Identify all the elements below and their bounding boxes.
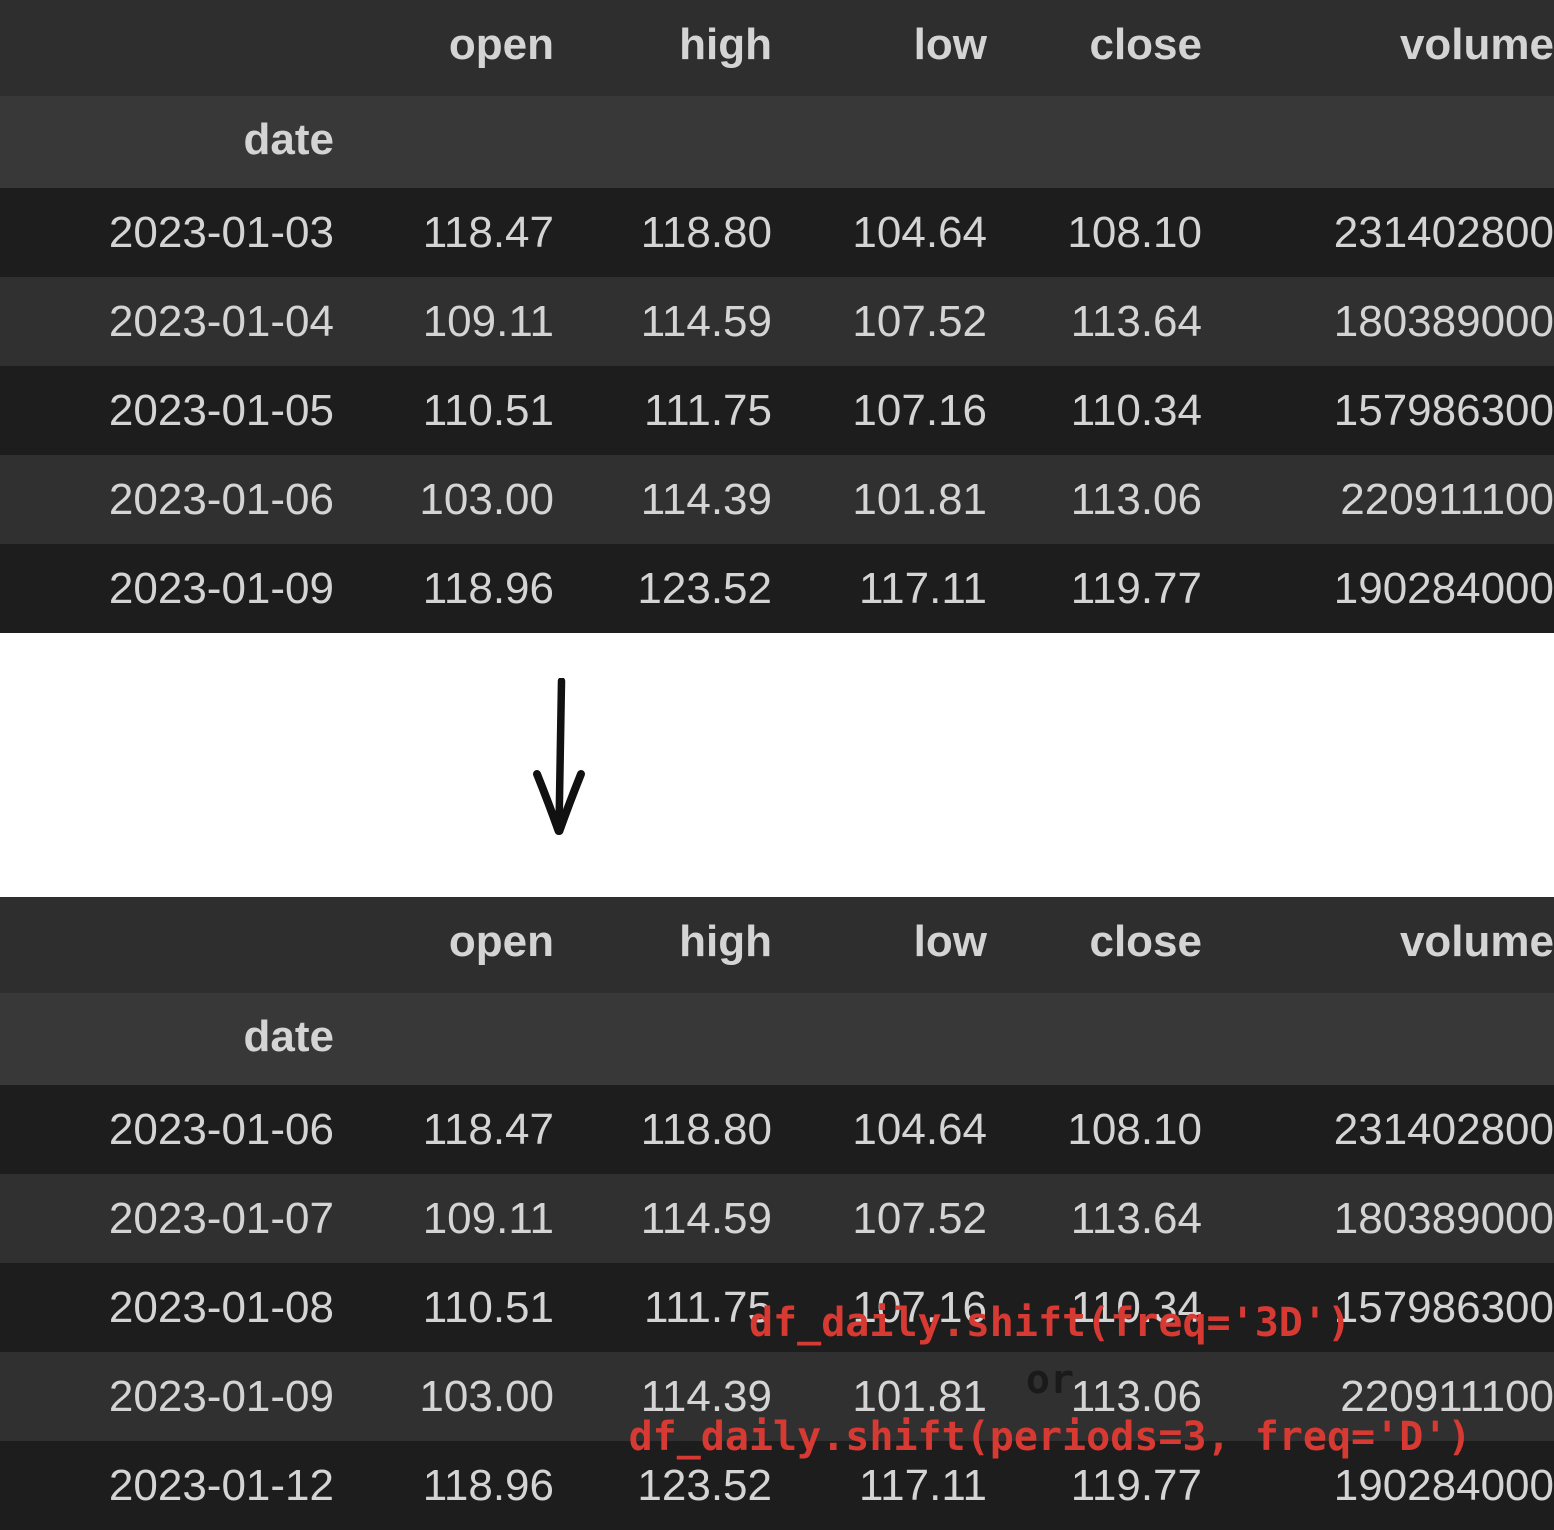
row-index-date: 2023-01-04: [0, 277, 334, 366]
row-index-date: 2023-01-06: [0, 1085, 334, 1174]
table-row: 2023-01-04 109.11 114.59 107.52 113.64 1…: [0, 277, 1554, 366]
cell-open: 118.96: [334, 1441, 554, 1530]
row-index-date: 2023-01-07: [0, 1174, 334, 1263]
column-header-blank: [0, 0, 334, 96]
table-body-original: 2023-01-03 118.47 118.80 104.64 108.10 2…: [0, 188, 1554, 633]
cell-close: 119.77: [987, 544, 1202, 633]
cell-open: 118.47: [334, 1085, 554, 1174]
cell-close: 108.10: [987, 188, 1202, 277]
column-header-low: low: [772, 0, 987, 96]
row-index-date: 2023-01-06: [0, 455, 334, 544]
cell-high: 114.39: [554, 455, 772, 544]
cell-volume: 231402800: [1202, 188, 1554, 277]
down-arrow-icon: [525, 677, 605, 838]
cell-low: 101.81: [772, 455, 987, 544]
index-name-row: date: [0, 993, 1554, 1085]
column-header-volume: volume: [1202, 897, 1554, 993]
table-header: open high low close volume date: [0, 897, 1554, 1085]
table-row: 2023-01-07 109.11 114.59 107.52 113.64 1…: [0, 1174, 1554, 1263]
row-index-date: 2023-01-12: [0, 1441, 334, 1530]
cell-volume: 180389000: [1202, 277, 1554, 366]
cell-high: 123.52: [554, 544, 772, 633]
cell-low: 107.52: [772, 277, 987, 366]
column-header-high: high: [554, 897, 772, 993]
cell-low: 104.64: [772, 1085, 987, 1174]
cell-open: 118.96: [334, 544, 554, 633]
row-index-date: 2023-01-03: [0, 188, 334, 277]
cell-volume: 180389000: [1202, 1174, 1554, 1263]
code-separator-or: or: [1025, 1356, 1075, 1403]
cell-high: 114.59: [554, 277, 772, 366]
index-row-spacer-high: [554, 96, 772, 188]
column-header-row: open high low close volume: [0, 0, 1554, 96]
column-header-volume: volume: [1202, 0, 1554, 96]
table-row: 2023-01-06 118.47 118.80 104.64 108.10 2…: [0, 1085, 1554, 1174]
row-index-date: 2023-01-08: [0, 1263, 334, 1352]
annotation-code: df_daily.shift(freq='3D') or df_daily.sh…: [600, 1295, 1500, 1465]
index-row-spacer-close: [987, 96, 1202, 188]
cell-open: 109.11: [334, 1174, 554, 1263]
annotation-band: df_daily.shift(freq='3D') or df_daily.sh…: [0, 633, 1554, 1460]
table-header: open high low close volume date: [0, 0, 1554, 188]
figure-root: open high low close volume date 2023-01-…: [0, 0, 1554, 1530]
index-row-spacer-open: [334, 96, 554, 188]
index-row-spacer-volume: [1202, 993, 1554, 1085]
table-row: 2023-01-05 110.51 111.75 107.16 110.34 1…: [0, 366, 1554, 455]
cell-low: 104.64: [772, 188, 987, 277]
index-row-spacer-low: [772, 993, 987, 1085]
cell-open: 110.51: [334, 366, 554, 455]
cell-close: 113.06: [987, 455, 1202, 544]
cell-high: 118.80: [554, 188, 772, 277]
cell-high: 114.59: [554, 1174, 772, 1263]
code-line-1: df_daily.shift(freq='3D'): [748, 1300, 1352, 1346]
cell-open: 110.51: [334, 1263, 554, 1352]
table-row: 2023-01-09 118.96 123.52 117.11 119.77 1…: [0, 544, 1554, 633]
row-index-date: 2023-01-05: [0, 366, 334, 455]
cell-close: 110.34: [987, 366, 1202, 455]
column-header-high: high: [554, 0, 772, 96]
cell-volume: 220911100: [1202, 455, 1554, 544]
column-header-open: open: [334, 0, 554, 96]
cell-high: 118.80: [554, 1085, 772, 1174]
code-line-2: df_daily.shift(periods=3, freq='D'): [628, 1413, 1472, 1460]
cell-low: 117.11: [772, 544, 987, 633]
cell-close: 108.10: [987, 1085, 1202, 1174]
cell-open: 103.00: [334, 1352, 554, 1441]
cell-volume: 190284000: [1202, 544, 1554, 633]
column-header-open: open: [334, 897, 554, 993]
cell-high: 111.75: [554, 366, 772, 455]
index-name-date: date: [0, 96, 334, 188]
column-header-close: close: [987, 0, 1202, 96]
dataframe-original: open high low close volume date 2023-01-…: [0, 0, 1554, 633]
cell-close: 113.64: [987, 1174, 1202, 1263]
index-row-spacer-open: [334, 993, 554, 1085]
index-name-date: date: [0, 993, 334, 1085]
index-row-spacer-volume: [1202, 96, 1554, 188]
column-header-low: low: [772, 897, 987, 993]
cell-open: 118.47: [334, 188, 554, 277]
table-row: 2023-01-06 103.00 114.39 101.81 113.06 2…: [0, 455, 1554, 544]
cell-low: 107.16: [772, 366, 987, 455]
cell-close: 113.64: [987, 277, 1202, 366]
row-index-date: 2023-01-09: [0, 544, 334, 633]
cell-open: 103.00: [334, 455, 554, 544]
cell-volume: 157986300: [1202, 366, 1554, 455]
column-header-row: open high low close volume: [0, 897, 1554, 993]
cell-volume: 231402800: [1202, 1085, 1554, 1174]
index-row-spacer-low: [772, 96, 987, 188]
index-name-row: date: [0, 96, 1554, 188]
cell-low: 107.52: [772, 1174, 987, 1263]
row-index-date: 2023-01-09: [0, 1352, 334, 1441]
table-row: 2023-01-03 118.47 118.80 104.64 108.10 2…: [0, 188, 1554, 277]
index-row-spacer-high: [554, 993, 772, 1085]
column-header-close: close: [987, 897, 1202, 993]
column-header-blank: [0, 897, 334, 993]
cell-open: 109.11: [334, 277, 554, 366]
index-row-spacer-close: [987, 993, 1202, 1085]
